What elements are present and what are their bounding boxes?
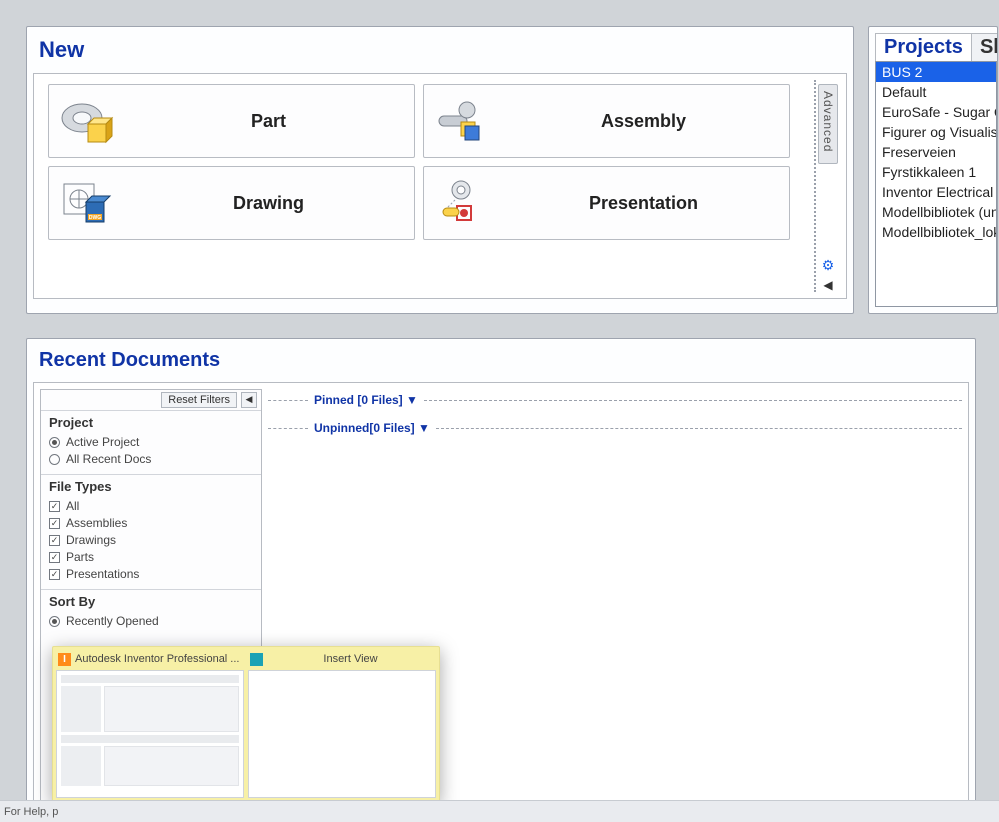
advanced-expand-button[interactable]: Advanced (818, 84, 838, 164)
checkbox-label: Assemblies (66, 515, 127, 532)
project-item[interactable]: Modellbibliotek_loka (876, 222, 996, 242)
project-item[interactable]: Modellbibliotek (und (876, 202, 996, 222)
check-parts[interactable]: Parts (49, 549, 253, 566)
checkbox-icon (49, 518, 60, 529)
radio-label: Recently Opened (66, 613, 159, 630)
checkbox-label: Parts (66, 549, 94, 566)
check-presentations[interactable]: Presentations (49, 566, 253, 583)
project-item[interactable]: EuroSafe - Sugar Q (876, 102, 996, 122)
radio-recently-opened[interactable]: Recently Opened (49, 613, 253, 630)
template-part-label: Part (123, 111, 414, 132)
status-bar: For Help, p (0, 800, 999, 822)
project-item[interactable]: Figurer og Visualise (876, 122, 996, 142)
projects-panel: Projects Sh BUS 2 Default EuroSafe - Sug… (868, 26, 998, 314)
project-item[interactable]: Freserveien (876, 142, 996, 162)
project-item[interactable]: Fyrstikkaleen 1 (876, 162, 996, 182)
part-icon (55, 93, 117, 149)
template-drawing-label: Drawing (123, 193, 414, 214)
window-app-icon (250, 653, 263, 666)
recent-documents-title: Recent Documents (33, 343, 969, 382)
filter-group-file-types: File Types All Assemblies Drawings Parts… (41, 474, 261, 589)
radio-icon (49, 616, 60, 627)
filter-sortby-title: Sort By (49, 594, 253, 609)
thumbnail-inventor[interactable]: I Autodesk Inventor Professional ... (56, 650, 244, 798)
advanced-strip: Advanced ⚙ ◀ (814, 80, 840, 292)
tab-shortcuts[interactable]: Sh (971, 33, 998, 61)
thumbnail-title: Autodesk Inventor Professional ... (75, 653, 239, 665)
new-inner: Part Assembly (33, 73, 847, 299)
svg-text:DWG: DWG (89, 215, 101, 221)
checkbox-label: Drawings (66, 532, 116, 549)
radio-icon (49, 437, 60, 448)
checkbox-label: Presentations (66, 566, 139, 583)
advanced-label: Advanced (821, 91, 835, 152)
template-assembly-button[interactable]: Assembly (423, 84, 790, 158)
template-presentation-label: Presentation (498, 193, 789, 214)
check-drawings[interactable]: Drawings (49, 532, 253, 549)
checkbox-icon (49, 535, 60, 546)
thumbnail-insert-view[interactable]: Insert View (248, 650, 436, 798)
pinned-header[interactable]: Pinned [0 Files] ▼ (314, 393, 418, 407)
template-presentation-button[interactable]: Presentation (423, 166, 790, 240)
thumbnail-title: Insert View (267, 653, 434, 665)
project-item[interactable]: Default (876, 82, 996, 102)
tab-projects[interactable]: Projects (875, 33, 972, 61)
filter-project-title: Project (49, 415, 253, 430)
template-part-button[interactable]: Part (48, 84, 415, 158)
radio-icon (49, 454, 60, 465)
inventor-app-icon: I (58, 653, 71, 666)
thumbnail-preview (248, 670, 436, 798)
project-item[interactable]: Inventor Electrical P (876, 182, 996, 202)
unpinned-header[interactable]: Unpinned[0 Files] ▼ (314, 421, 430, 435)
filter-group-project: Project Active Project All Recent Docs (41, 410, 261, 474)
template-drawing-button[interactable]: DWG Drawing (48, 166, 415, 240)
radio-label: Active Project (66, 434, 139, 451)
thumbnail-preview (56, 670, 244, 798)
filter-filetypes-title: File Types (49, 479, 253, 494)
drawing-icon: DWG (55, 175, 117, 231)
radio-active-project[interactable]: Active Project (49, 434, 253, 451)
check-all[interactable]: All (49, 498, 253, 515)
reset-filters-button[interactable]: Reset Filters (161, 392, 237, 408)
checkbox-icon (49, 501, 60, 512)
checkbox-label: All (66, 498, 79, 515)
collapse-arrow-icon[interactable]: ◀ (823, 278, 832, 292)
checkbox-icon (49, 552, 60, 563)
radio-label: All Recent Docs (66, 451, 151, 468)
projects-list: BUS 2 Default EuroSafe - Sugar Q Figurer… (875, 61, 997, 307)
presentation-icon (430, 175, 492, 231)
collapse-sidebar-button[interactable]: ◀ (241, 392, 257, 408)
checkbox-icon (49, 569, 60, 580)
assembly-icon (430, 93, 492, 149)
filter-group-sort-by: Sort By Recently Opened (41, 589, 261, 636)
taskbar-thumbnails: I Autodesk Inventor Professional ... Ins… (52, 646, 440, 802)
status-text: For Help, p (4, 806, 58, 818)
gear-icon[interactable]: ⚙ (822, 257, 835, 274)
radio-all-recent-docs[interactable]: All Recent Docs (49, 451, 253, 468)
template-assembly-label: Assembly (498, 111, 789, 132)
new-title: New (33, 31, 847, 73)
project-item[interactable]: BUS 2 (876, 62, 996, 82)
check-assemblies[interactable]: Assemblies (49, 515, 253, 532)
new-panel: New Part (26, 26, 854, 314)
